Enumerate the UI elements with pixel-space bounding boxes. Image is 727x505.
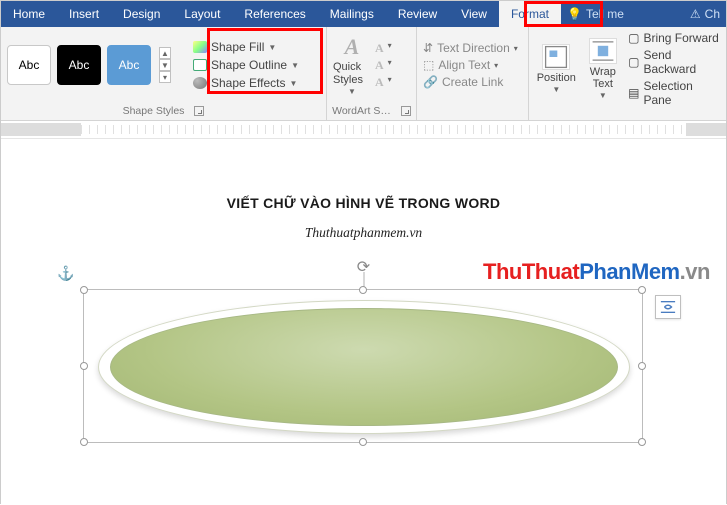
position-button[interactable]: Position▼ <box>535 44 578 95</box>
text-effects-button[interactable]: A▾ <box>375 75 392 90</box>
selection-pane-icon: ▤ <box>628 86 639 100</box>
page-subtitle: Thuthuatphanmem.vn <box>1 225 726 241</box>
tab-mailings[interactable]: Mailings <box>318 1 386 27</box>
chevron-down-icon: ▼ <box>348 87 356 96</box>
ellipse-shape-inner[interactable] <box>110 308 618 426</box>
align-text-button[interactable]: ⬚ Align Text▾ <box>423 58 518 72</box>
layout-options-button[interactable] <box>655 295 681 319</box>
group-label-wordart: WordArt S… <box>332 105 391 117</box>
wrap-text-icon <box>589 38 617 64</box>
link-icon: 🔗 <box>423 75 438 89</box>
tab-layout[interactable]: Layout <box>172 1 232 27</box>
group-arrange: Position▼ Wrap Text▼ ▢ Bring Forward ▢ S… <box>529 27 726 120</box>
shape-style-swatch-1[interactable]: Abc <box>7 45 51 85</box>
layout-options-icon <box>659 299 677 315</box>
horizontal-ruler[interactable] <box>1 121 726 139</box>
text-direction-icon: ⇵ <box>423 41 433 55</box>
resize-handle-se[interactable] <box>638 438 646 446</box>
anchor-icon: ⚓ <box>57 265 74 282</box>
text-fill-button[interactable]: A▾ <box>375 41 392 56</box>
resize-handle-ne[interactable] <box>638 286 646 294</box>
dialog-launcher-shape-styles[interactable] <box>194 106 204 116</box>
resize-handle-s[interactable] <box>359 438 367 446</box>
tab-design[interactable]: Design <box>111 1 172 27</box>
dialog-launcher-wordart[interactable] <box>401 106 411 116</box>
resize-handle-sw[interactable] <box>80 438 88 446</box>
effects-icon <box>193 77 207 89</box>
resize-handle-n[interactable] <box>359 286 367 294</box>
tab-review[interactable]: Review <box>386 1 449 27</box>
annotation-format-tab-highlight <box>524 1 603 27</box>
quick-styles-button[interactable]: A Quick Styles ▼ <box>333 34 371 95</box>
page-title: VIẾT CHỮ VÀO HÌNH VẼ TRONG WORD <box>1 139 726 211</box>
group-wordart-styles: A Quick Styles ▼ A▾ A▾ A▾ WordArt S… <box>327 27 417 120</box>
shape-style-swatch-3[interactable]: Abc <box>107 45 151 85</box>
ribbon: Abc Abc Abc ▲ ▼ ▾ Shape Fill ▼ Shape <box>1 27 726 121</box>
group-label-shape-styles: Shape Styles <box>123 105 185 117</box>
text-outline-button[interactable]: A▾ <box>375 58 392 73</box>
bring-forward-icon: ▢ <box>628 31 639 45</box>
align-text-icon: ⬚ <box>423 58 434 72</box>
text-direction-button[interactable]: ⇵ Text Direction▾ <box>423 41 518 55</box>
ribbon-tab-bar: Home Insert Design Layout References Mai… <box>1 1 726 27</box>
chrome-right-warning: ⚠ Ch <box>684 1 726 27</box>
pencil-outline-icon <box>193 59 207 71</box>
selection-pane-button[interactable]: ▤ Selection Pane <box>628 79 720 107</box>
annotation-shape-commands-highlight <box>207 28 323 94</box>
gallery-down-icon[interactable]: ▼ <box>159 59 171 71</box>
resize-handle-nw[interactable] <box>80 286 88 294</box>
shape-style-swatch-2[interactable]: Abc <box>57 45 101 85</box>
tab-view[interactable]: View <box>449 1 499 27</box>
position-icon <box>542 44 570 70</box>
send-backward-button[interactable]: ▢ Send Backward <box>628 48 720 76</box>
gallery-up-icon[interactable]: ▲ <box>159 47 171 59</box>
wrap-text-button[interactable]: Wrap Text▼ <box>582 38 625 101</box>
document-canvas[interactable]: VIẾT CHỮ VÀO HÌNH VẼ TRONG WORD Thuthuat… <box>1 139 726 505</box>
send-backward-icon: ▢ <box>628 55 639 69</box>
gallery-scroll[interactable]: ▲ ▼ ▾ <box>159 47 171 83</box>
warning-icon: ⚠ <box>690 7 701 21</box>
wordart-a-icon: A <box>345 34 360 60</box>
gallery-more-icon[interactable]: ▾ <box>159 71 171 83</box>
create-link-button[interactable]: 🔗 Create Link <box>423 75 518 89</box>
paint-bucket-icon <box>193 41 207 53</box>
tab-insert[interactable]: Insert <box>57 1 111 27</box>
resize-handle-w[interactable] <box>80 362 88 370</box>
shape-style-gallery[interactable]: Abc Abc Abc ▲ ▼ ▾ <box>7 45 171 85</box>
bring-forward-button[interactable]: ▢ Bring Forward <box>628 31 720 45</box>
shape-selection-box[interactable] <box>83 289 643 443</box>
tab-home[interactable]: Home <box>1 1 57 27</box>
resize-handle-e[interactable] <box>638 362 646 370</box>
group-text: ⇵ Text Direction▾ ⬚ Align Text▾ 🔗 Create… <box>417 27 529 120</box>
tab-references[interactable]: References <box>232 1 317 27</box>
